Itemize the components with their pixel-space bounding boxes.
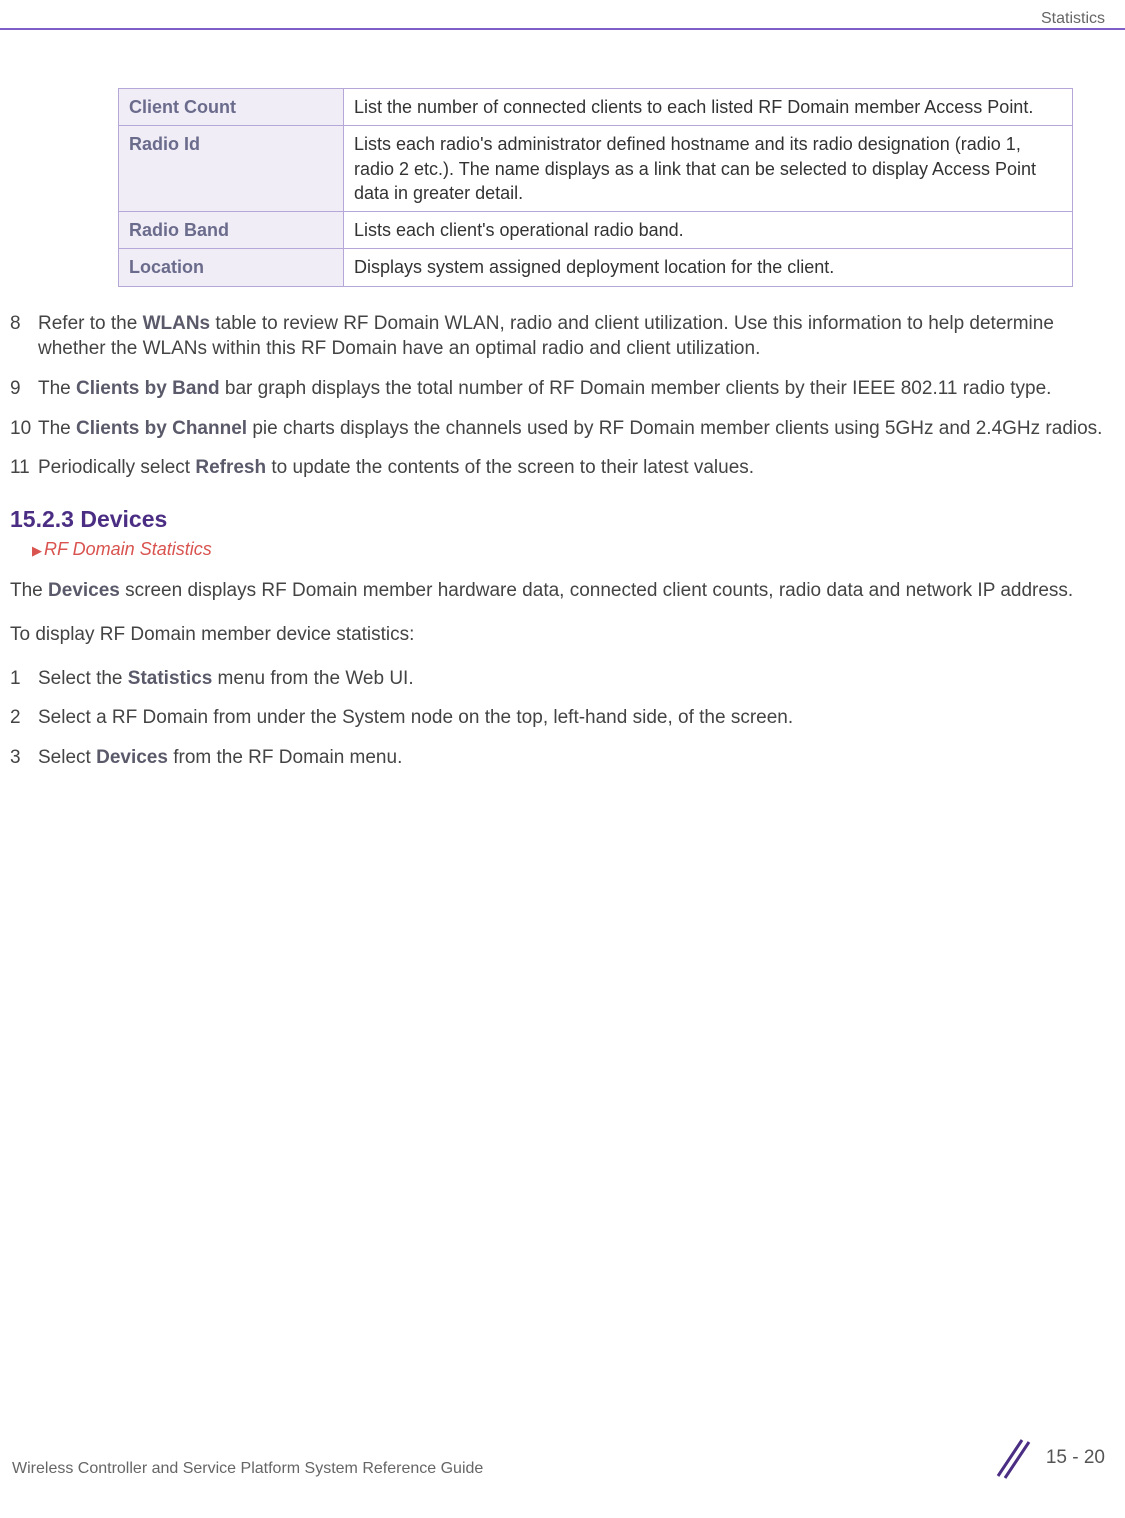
step-text: Select Devices from the RF Domain menu. — [38, 745, 1115, 771]
field-description-table: Client Count List the number of connecte… — [118, 88, 1073, 287]
numbered-steps-top: 8 Refer to the WLANs table to review RF … — [10, 311, 1115, 481]
table-row: Location Displays system assigned deploy… — [119, 249, 1073, 286]
step-number: 11 — [10, 455, 38, 481]
list-item: 11 Periodically select Refresh to update… — [10, 455, 1115, 481]
header-chapter-label: Statistics — [1041, 8, 1105, 30]
table-desc-cell: Lists each radio's administrator defined… — [344, 126, 1073, 212]
bold-term: Statistics — [128, 668, 212, 689]
table-desc-cell: List the number of connected clients to … — [344, 89, 1073, 126]
page-number: 15 - 20 — [1046, 1445, 1105, 1472]
step-number: 10 — [10, 416, 38, 442]
section-intro: The Devices screen displays RF Domain me… — [10, 578, 1115, 604]
page-footer: Wireless Controller and Service Platform… — [12, 1436, 1105, 1480]
bold-term: Devices — [48, 580, 120, 601]
list-item: 3 Select Devices from the RF Domain menu… — [10, 745, 1115, 771]
bold-term: Clients by Channel — [76, 418, 247, 439]
table-desc-cell: Displays system assigned deployment loca… — [344, 249, 1073, 286]
bold-term: WLANs — [143, 313, 211, 334]
bold-term: Devices — [96, 747, 168, 768]
bold-term: Refresh — [195, 457, 266, 478]
table-label-cell: Radio Band — [119, 212, 344, 249]
page-content: Client Count List the number of connecte… — [0, 0, 1125, 771]
step-number: 3 — [10, 745, 38, 771]
step-text: Select the Statistics menu from the Web … — [38, 666, 1115, 692]
list-item: 2 Select a RF Domain from under the Syst… — [10, 705, 1115, 731]
table-label-cell: Location — [119, 249, 344, 286]
step-text: The Clients by Channel pie charts displa… — [38, 416, 1115, 442]
list-item: 8 Refer to the WLANs table to review RF … — [10, 311, 1115, 362]
step-number: 9 — [10, 376, 38, 402]
table-row: Client Count List the number of connecte… — [119, 89, 1073, 126]
table-desc-cell: Lists each client's operational radio ba… — [344, 212, 1073, 249]
footer-right: 15 - 20 — [988, 1436, 1105, 1480]
list-item: 9 The Clients by Band bar graph displays… — [10, 376, 1115, 402]
breadcrumb-link[interactable]: ▶RF Domain Statistics — [32, 537, 1115, 562]
step-text: Periodically select Refresh to update th… — [38, 455, 1115, 481]
step-text: Select a RF Domain from under the System… — [38, 705, 1115, 731]
table-row: Radio Band Lists each client's operation… — [119, 212, 1073, 249]
step-number: 2 — [10, 705, 38, 731]
step-text: Refer to the WLANs table to review RF Do… — [38, 311, 1115, 362]
section-heading: 15.2.3 Devices — [10, 503, 1115, 535]
footer-doc-title: Wireless Controller and Service Platform… — [12, 1458, 483, 1480]
bold-term: Clients by Band — [76, 378, 220, 399]
header-rule — [0, 28, 1125, 30]
list-item: 10 The Clients by Channel pie charts dis… — [10, 416, 1115, 442]
step-text: The Clients by Band bar graph displays t… — [38, 376, 1115, 402]
table-label-cell: Radio Id — [119, 126, 344, 212]
brand-slash-icon — [988, 1436, 1032, 1480]
section-lead-in: To display RF Domain member device stati… — [10, 622, 1115, 648]
table-label-cell: Client Count — [119, 89, 344, 126]
step-number: 8 — [10, 311, 38, 362]
step-number: 1 — [10, 666, 38, 692]
numbered-steps-bottom: 1 Select the Statistics menu from the We… — [10, 666, 1115, 771]
list-item: 1 Select the Statistics menu from the We… — [10, 666, 1115, 692]
arrow-right-icon: ▶ — [32, 543, 42, 558]
table-row: Radio Id Lists each radio's administrato… — [119, 126, 1073, 212]
